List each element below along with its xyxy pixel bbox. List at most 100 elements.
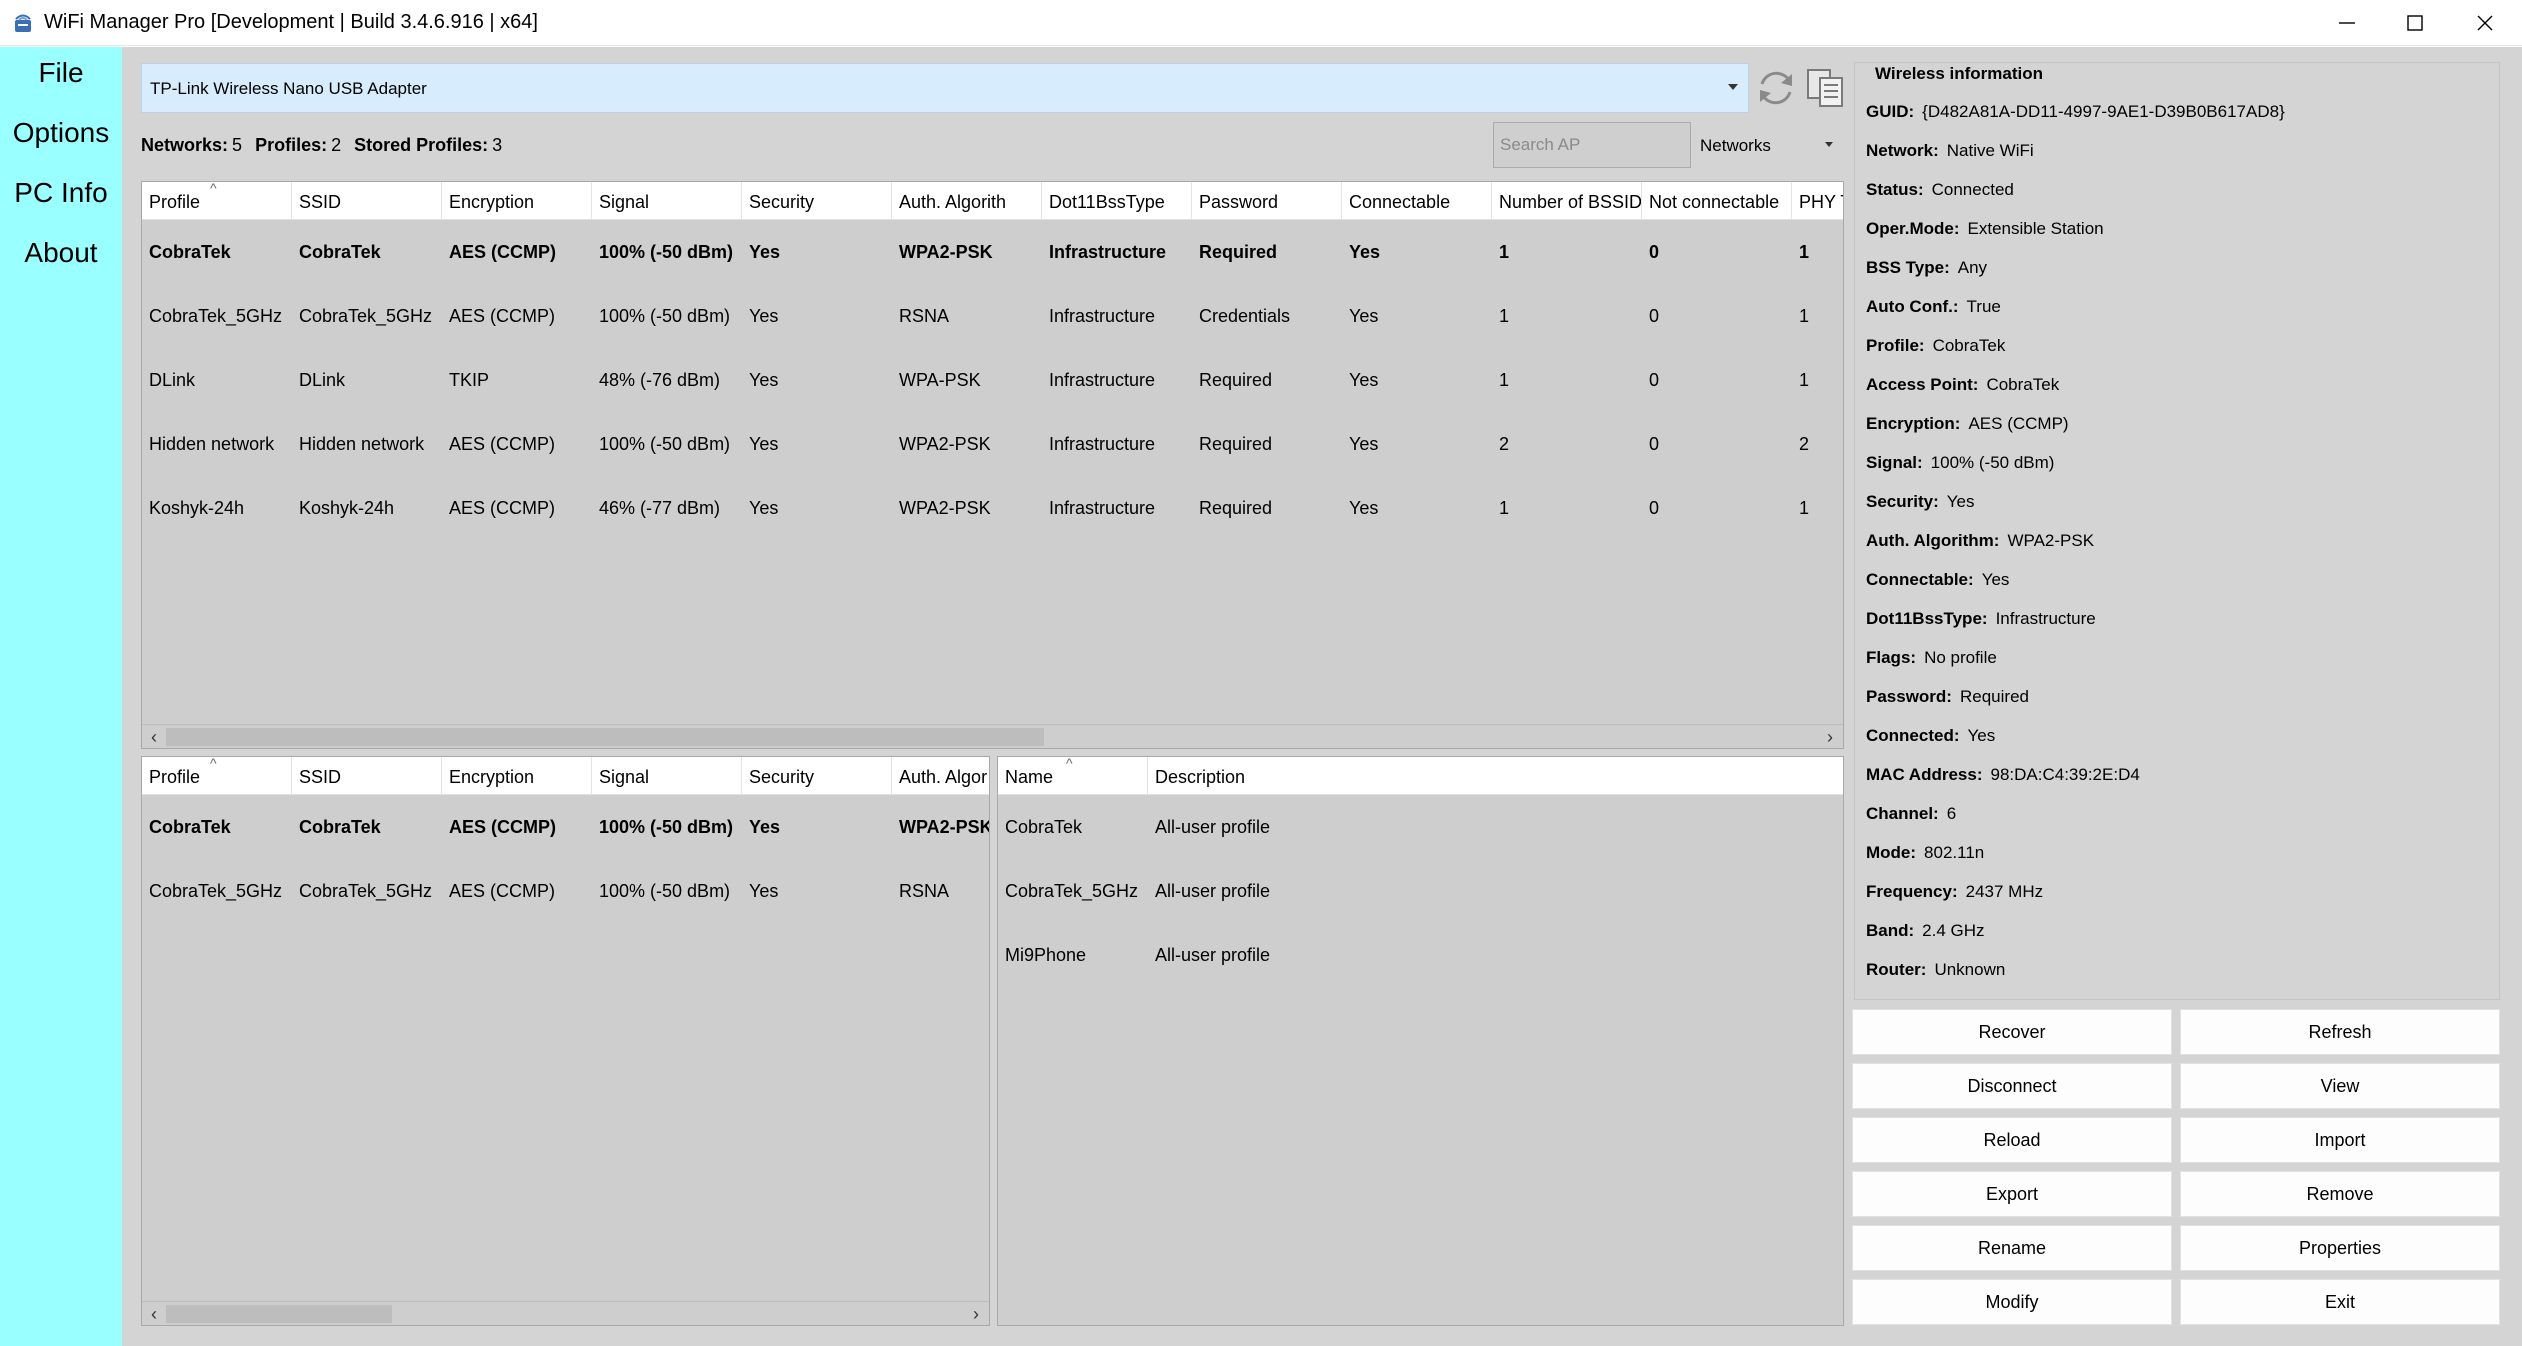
table-row[interactable]: CobraTek_5GHz All-user profile bbox=[998, 859, 1843, 923]
maximize-button[interactable] bbox=[2378, 0, 2452, 46]
export-button[interactable]: Export bbox=[1852, 1171, 2172, 1217]
table-row[interactable]: CobraTek_5GHz CobraTek_5GHz AES (CCMP) 100%… bbox=[142, 284, 1843, 348]
minimize-button[interactable] bbox=[2310, 0, 2384, 46]
info-field-label: Encryption: bbox=[1866, 414, 1961, 433]
table-row[interactable]: DLink DLink TKIP 48% (-76 dBm) Yes WPA-PSK Inf… bbox=[142, 348, 1843, 412]
adapter-select[interactable]: TP-Link Wireless Nano USB Adapter bbox=[141, 63, 1749, 113]
column-header[interactable]: PHY T bbox=[1792, 182, 1843, 220]
modify-button[interactable]: Modify bbox=[1852, 1279, 2172, 1325]
table-cell: Yes bbox=[1349, 434, 1379, 454]
scrollbar-thumb[interactable] bbox=[166, 1305, 392, 1323]
table-cell: CobraTek_5GHz bbox=[149, 306, 283, 326]
table-cell: 100% (-50 dBm) bbox=[599, 434, 731, 454]
table-cell: TKIP bbox=[449, 370, 490, 390]
maximize-icon bbox=[2407, 15, 2423, 31]
networks-table[interactable]: Profile SSID Encryption Signal Security … bbox=[141, 181, 1844, 749]
column-header[interactable]: Encryption bbox=[442, 757, 592, 795]
column-header[interactable]: Connectable bbox=[1342, 182, 1492, 220]
column-header[interactable]: Name bbox=[998, 757, 1148, 795]
refresh-button[interactable]: Refresh bbox=[2180, 1009, 2500, 1055]
stored-profiles-table[interactable]: Name Description ^ CobraTek All-user prof… bbox=[997, 756, 1844, 1326]
table-row[interactable]: CobraTek CobraTek AES (CCMP) 100% (-50 dBm)… bbox=[142, 220, 1843, 284]
profiles-table[interactable]: Profile SSID Encryption Signal Security … bbox=[141, 756, 990, 1326]
column-header[interactable]: Dot11BssType bbox=[1042, 182, 1192, 220]
table-cell: Hidden network bbox=[149, 434, 275, 454]
properties-button[interactable]: Properties bbox=[2180, 1225, 2500, 1271]
info-field: BSS Type: Any bbox=[1866, 258, 1987, 278]
column-header[interactable]: Profile bbox=[142, 182, 292, 220]
exit-button[interactable]: Exit bbox=[2180, 1279, 2500, 1325]
info-field-value: 98:DA:C4:39:2E:D4 bbox=[1990, 765, 2140, 784]
column-header[interactable]: Signal bbox=[592, 757, 742, 795]
info-field-value: CobraTek bbox=[1986, 375, 2060, 394]
info-field-value: Any bbox=[1957, 258, 1988, 277]
networks-hscrollbar[interactable]: ‹ › bbox=[142, 724, 1843, 748]
table-cell: All-user profile bbox=[1155, 881, 1271, 901]
scroll-left-icon[interactable]: ‹ bbox=[144, 1304, 164, 1325]
info-field-label: Auto Conf.: bbox=[1866, 297, 1959, 316]
table-cell: All-user profile bbox=[1155, 945, 1271, 965]
networks-count: 5 bbox=[232, 135, 243, 155]
column-header[interactable]: Security bbox=[742, 182, 892, 220]
column-header[interactable]: SSID bbox=[292, 182, 442, 220]
table-cell: WPA2-PSK bbox=[899, 242, 993, 262]
column-header[interactable]: Number of BSSID bbox=[1492, 182, 1642, 220]
import-button[interactable]: Import bbox=[2180, 1117, 2500, 1163]
info-field: Network: Native WiFi bbox=[1866, 141, 2034, 161]
profiles-hscrollbar[interactable]: ‹ › bbox=[142, 1301, 989, 1325]
table-row[interactable]: Mi9Phone All-user profile bbox=[998, 923, 1843, 987]
reload-button[interactable]: Reload bbox=[1852, 1117, 2172, 1163]
rename-button[interactable]: Rename bbox=[1852, 1225, 2172, 1271]
column-header[interactable]: Profile bbox=[142, 757, 292, 795]
scroll-right-icon[interactable]: › bbox=[1820, 727, 1840, 748]
column-header[interactable]: Auth. Algor bbox=[892, 757, 989, 795]
menu-about[interactable]: About bbox=[0, 237, 122, 269]
table-row[interactable]: Hidden network Hidden network AES (CCMP) 10… bbox=[142, 412, 1843, 476]
search-input[interactable] bbox=[1493, 122, 1691, 168]
scroll-right-icon[interactable]: › bbox=[966, 1304, 986, 1325]
table-row[interactable]: CobraTek_5GHz CobraTek_5GHz AES (CCMP) 100%… bbox=[142, 859, 989, 923]
column-header[interactable]: Password bbox=[1192, 182, 1342, 220]
menu-pc-info[interactable]: PC Info bbox=[0, 177, 122, 209]
networks-count-label: Networks: bbox=[141, 135, 229, 155]
scrollbar-thumb[interactable] bbox=[166, 728, 1044, 746]
info-field: Band: 2.4 GHz bbox=[1866, 921, 1985, 941]
table-cell: Yes bbox=[749, 881, 779, 901]
filter-select[interactable]: Networks bbox=[1693, 122, 1843, 168]
info-field-label: Password: bbox=[1866, 687, 1952, 706]
column-header[interactable]: SSID bbox=[292, 757, 442, 795]
table-cell: RSNA bbox=[899, 306, 950, 326]
copy-icon[interactable] bbox=[1804, 66, 1848, 110]
menu-options[interactable]: Options bbox=[0, 117, 122, 149]
column-header[interactable]: Description bbox=[1148, 757, 1843, 795]
menu-file[interactable]: File bbox=[0, 57, 122, 89]
disconnect-button[interactable]: Disconnect bbox=[1852, 1063, 2172, 1109]
close-button[interactable] bbox=[2448, 0, 2522, 46]
scroll-left-icon[interactable]: ‹ bbox=[144, 727, 164, 748]
info-field-value: Infrastructure bbox=[1995, 609, 2096, 628]
info-field: Signal: 100% (-50 dBm) bbox=[1866, 453, 2054, 473]
info-field-label: Band: bbox=[1866, 921, 1915, 940]
table-cell: WPA2-PSK bbox=[899, 434, 991, 454]
recover-button[interactable]: Recover bbox=[1852, 1009, 2172, 1055]
table-row[interactable]: CobraTek CobraTek AES (CCMP) 100% (-50 dBm)… bbox=[142, 795, 989, 859]
view-button[interactable]: View bbox=[2180, 1063, 2500, 1109]
column-header[interactable]: Not connectable bbox=[1642, 182, 1792, 220]
remove-button[interactable]: Remove bbox=[2180, 1171, 2500, 1217]
column-header[interactable]: Signal bbox=[592, 182, 742, 220]
window-title: WiFi Manager Pro [Development | Build 3.… bbox=[44, 11, 538, 33]
refresh-icon[interactable] bbox=[1754, 66, 1798, 110]
table-cell: Required bbox=[1199, 370, 1273, 390]
table-cell: AES (CCMP) bbox=[449, 817, 556, 837]
info-field-value: 2437 MHz bbox=[1965, 882, 2044, 901]
table-row[interactable]: Koshyk-24h Koshyk-24h AES (CCMP) 46% (-77 d… bbox=[142, 476, 1843, 540]
table-cell: CobraTek_5GHz bbox=[149, 881, 283, 901]
table-cell: Yes bbox=[749, 306, 779, 326]
column-header[interactable]: Encryption bbox=[442, 182, 592, 220]
adapter-selected-value: TP-Link Wireless Nano USB Adapter bbox=[150, 79, 427, 98]
table-row[interactable]: CobraTek All-user profile bbox=[998, 795, 1843, 859]
column-header[interactable]: Auth. Algorith bbox=[892, 182, 1042, 220]
table-cell: RSNA bbox=[899, 881, 950, 901]
column-header[interactable]: Security bbox=[742, 757, 892, 795]
network-counts: Networks: 5 Profiles: 2 Stored Profiles: 3 bbox=[141, 135, 510, 156]
